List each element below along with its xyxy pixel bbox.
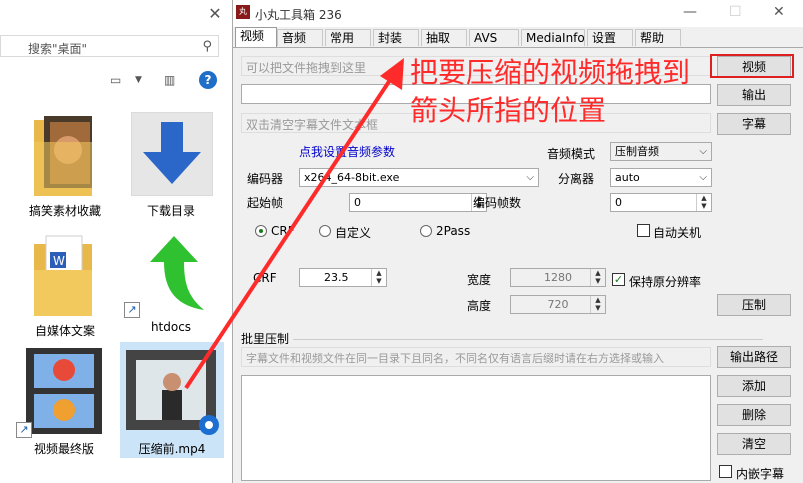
frame-count-input[interactable]: 0 ▲ ▼ — [610, 193, 712, 212]
two-pass-radio-label: 2Pass — [436, 224, 471, 238]
file-item[interactable]: W 自媒体文案 — [28, 232, 102, 338]
two-pass-radio[interactable] — [420, 225, 432, 237]
folder-icon — [34, 116, 92, 196]
file-label: htdocs — [150, 320, 192, 334]
crf-label: CRF — [253, 271, 277, 285]
minimize-icon[interactable]: — — [683, 4, 697, 20]
chevron-down-icon: ⌵ — [699, 146, 707, 157]
file-item[interactable]: 下载目录 — [128, 112, 214, 218]
file-item-selected[interactable]: 压缩前.mp4 — [120, 342, 224, 458]
app-logo: 丸 — [236, 5, 250, 19]
audio-settings-link[interactable]: 点我设置音频参数 — [299, 143, 395, 160]
audio-mode-label: 音频模式 — [547, 147, 596, 161]
annotation-text: 把要压缩的视频拖拽到 箭头所指的位置 — [410, 54, 690, 130]
batch-group-label: 批里压制 — [241, 332, 290, 346]
clear-button[interactable]: 清空 — [717, 433, 791, 455]
spinner-arrows-icon[interactable]: ▲ ▼ — [371, 269, 386, 286]
search-box[interactable]: 搜索"桌面" ⚲ — [0, 35, 219, 57]
width-input[interactable]: 1280 ▲ ▼ — [510, 268, 606, 287]
file-label: 自媒体文案 — [34, 324, 95, 338]
preview-pane-icon[interactable]: ▥ — [164, 73, 175, 87]
annotation-line-2: 箭头所指的位置 — [410, 94, 607, 127]
help-icon[interactable]: ? — [199, 71, 217, 89]
chevron-down-icon: ⌵ — [699, 172, 707, 183]
chevron-down-icon: ⌵ — [526, 172, 534, 183]
tab-common[interactable]: 常用 — [325, 29, 371, 46]
tab-video[interactable]: 视频 — [235, 27, 277, 47]
tab-avs[interactable]: AVS — [469, 29, 519, 46]
svg-text:W: W — [53, 254, 65, 268]
tab-mux[interactable]: 封装 — [373, 29, 419, 46]
chevron-down-icon[interactable]: ▼ — [135, 75, 142, 85]
spinner-arrows-icon[interactable]: ▲ ▼ — [696, 194, 711, 211]
file-label: 视频最终版 — [33, 442, 94, 456]
green-arrow-icon — [150, 236, 204, 310]
tab-audio[interactable]: 音频 — [277, 29, 323, 46]
shortcut-arrow-icon: ↗ — [124, 302, 140, 318]
download-arrow-icon — [131, 112, 213, 196]
search-input[interactable]: 搜索"桌面" — [28, 40, 87, 57]
file-label: 下载目录 — [146, 204, 195, 218]
tab-mediainfo[interactable]: MediaInfo — [521, 29, 585, 46]
file-item[interactable]: 搞笑素材收藏 — [28, 112, 102, 218]
close-icon[interactable]: ✕ — [773, 4, 785, 20]
spinner-arrows-icon[interactable]: ▲ ▼ — [590, 269, 605, 286]
video-file-icon — [26, 348, 102, 434]
tab-settings[interactable]: 设置 — [587, 29, 633, 46]
custom-radio-label: 自定义 — [335, 226, 372, 240]
delete-button[interactable]: 删除 — [717, 404, 791, 426]
keep-resolution-label: 保持原分辨率 — [629, 275, 702, 289]
batch-file-list[interactable] — [241, 375, 711, 481]
splitter-label: 分离器 — [558, 172, 595, 186]
spinner-arrows-icon[interactable]: ▲ ▼ — [590, 296, 605, 313]
encoder-label: 编码器 — [247, 172, 284, 186]
subtitle-button[interactable]: 字幕 — [717, 113, 791, 135]
custom-radio[interactable] — [319, 225, 331, 237]
title-bar: 丸 小丸工具箱 236 — ☐ ✕ — [233, 0, 803, 27]
embed-subtitle-label: 内嵌字幕 — [736, 467, 785, 481]
file-label: 压缩前.mp4 — [138, 442, 206, 456]
maximize-icon[interactable]: ☐ — [729, 4, 742, 20]
splitter-select[interactable]: auto ⌵ — [610, 168, 712, 187]
audio-mode-select[interactable]: 压制音频 ⌵ — [610, 142, 712, 161]
add-button[interactable]: 添加 — [717, 375, 791, 397]
crf-radio-label: CRF — [271, 224, 295, 238]
auto-shutdown-label: 自动关机 — [653, 226, 702, 240]
file-item[interactable]: ↗ htdocs — [124, 232, 214, 338]
view-mode-icon[interactable]: ▭ — [110, 73, 121, 87]
view-toolbar: ▭ ▼ ▥ — [0, 66, 232, 96]
compress-button[interactable]: 压制 — [717, 294, 791, 316]
output-button[interactable]: 输出 — [717, 84, 791, 106]
height-label: 高度 — [467, 299, 492, 313]
media-player-badge-icon — [199, 415, 219, 435]
height-input[interactable]: 720 ▲ ▼ — [510, 295, 606, 314]
batch-suffix-field[interactable]: 字幕文件和视频文件在同一目录下且同名，不同名仅有语言后缀时请在右方选择或输入 — [241, 347, 711, 367]
tab-help[interactable]: 帮助 — [635, 29, 681, 46]
encoder-select[interactable]: x264_64-8bit.exe ⌵ — [299, 168, 539, 187]
search-icon[interactable]: ⚲ — [202, 39, 212, 54]
crf-radio[interactable] — [255, 225, 267, 237]
window-title: 小丸工具箱 236 — [255, 8, 342, 22]
tab-extract[interactable]: 抽取 — [421, 29, 467, 46]
start-frame-label: 起始帧 — [247, 196, 284, 210]
annotation-line-1: 把要压缩的视频拖拽到 — [410, 56, 691, 89]
frame-count-label: 编码帧数 — [473, 196, 522, 210]
keep-resolution-checkbox[interactable]: ✓ — [612, 273, 625, 286]
embed-subtitle-checkbox[interactable] — [719, 465, 732, 478]
shortcut-arrow-icon: ↗ — [16, 422, 32, 438]
close-icon[interactable]: ✕ — [206, 5, 224, 23]
file-explorer-pane: ✕ 搜索"桌面" ⚲ ▭ ▼ ▥ ? 搞笑素材收藏 下载目录 W 自媒体文案 ↗… — [0, 0, 232, 483]
auto-shutdown-checkbox[interactable] — [637, 224, 650, 237]
word-folder-icon: W — [34, 235, 92, 316]
group-divider — [293, 339, 763, 340]
tab-bar: 视频 音频 常用 封装 抽取 AVS MediaInfo 设置 帮助 — [233, 27, 803, 48]
start-frame-input[interactable]: 0 ▲ ▼ — [349, 193, 487, 212]
file-label: 搞笑素材收藏 — [28, 204, 101, 218]
output-path-button[interactable]: 输出路径 — [717, 346, 791, 368]
file-item[interactable]: ↗ 视频最终版 — [16, 348, 104, 456]
width-label: 宽度 — [467, 273, 492, 287]
annotation-highlight-box — [710, 54, 794, 78]
crf-input[interactable]: 23.5 ▲ ▼ — [299, 268, 387, 287]
